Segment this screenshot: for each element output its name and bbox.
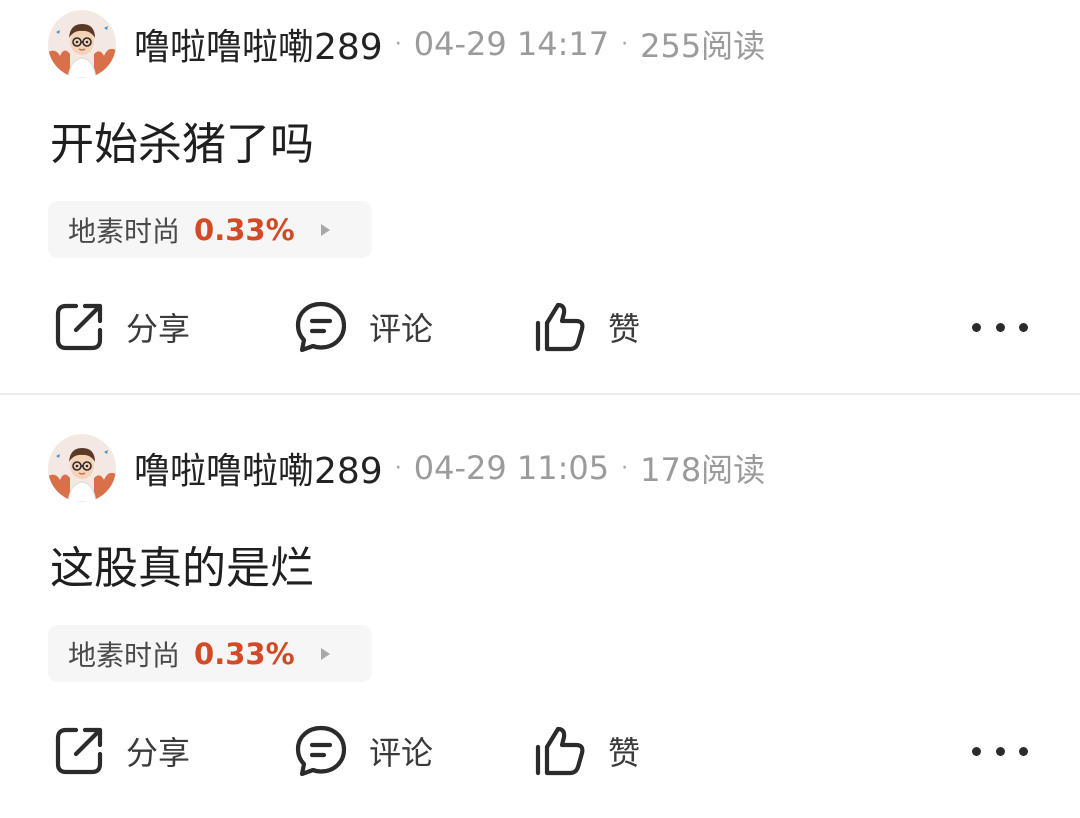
comment-icon (295, 725, 347, 777)
more-button[interactable] (972, 312, 1028, 342)
post-content[interactable]: 这股真的是烂 (50, 532, 314, 596)
more-button[interactable] (972, 736, 1028, 766)
share-button[interactable]: 分享 (52, 298, 190, 356)
divider (0, 393, 1080, 395)
more-dots-icon (972, 322, 981, 332)
comment-label: 评论 (369, 310, 434, 348)
like-label: 赞 (608, 734, 641, 772)
post-datetime: 04-29 11:05 (413, 449, 610, 487)
stock-name: 地素时尚 (68, 214, 181, 248)
meta-separator: · (394, 31, 402, 57)
thumbs-up-icon (535, 302, 585, 352)
stock-change: 0.33% (194, 636, 295, 671)
share-icon (55, 303, 103, 351)
stock-change: 0.33% (194, 212, 295, 247)
post-header: 噜啦噜啦嘞289 · 04-29 14:17 · 255阅读 (48, 10, 765, 78)
stock-tag[interactable]: 地素时尚 0.33% (48, 625, 372, 682)
chevron-right-icon (320, 647, 330, 660)
more-dots-icon (1019, 322, 1028, 332)
username[interactable]: 噜啦噜啦嘞289 (134, 442, 383, 494)
meta-separator: · (621, 31, 629, 57)
post-header: 噜啦噜啦嘞289 · 04-29 11:05 · 178阅读 (48, 434, 765, 502)
share-button[interactable]: 分享 (52, 722, 190, 780)
share-label: 分享 (126, 310, 191, 348)
stock-tag[interactable]: 地素时尚 0.33% (48, 201, 372, 258)
avatar-image (48, 434, 116, 502)
username[interactable]: 噜啦噜啦嘞289 (134, 18, 383, 70)
more-dots-icon (995, 746, 1005, 756)
read-count: 255阅读 (640, 27, 766, 65)
read-count: 178阅读 (640, 451, 766, 489)
meta-separator: · (621, 455, 629, 481)
post-card: 噜啦噜啦嘞289 · 04-29 14:17 · 255阅读 开始杀猪了吗 地素… (0, 0, 1080, 395)
like-button[interactable]: 赞 (532, 722, 640, 780)
share-label: 分享 (126, 734, 191, 772)
comment-button[interactable]: 评论 (293, 298, 433, 356)
comment-button[interactable]: 评论 (293, 722, 433, 780)
thumbs-up-icon (535, 726, 585, 776)
like-label: 赞 (608, 310, 641, 348)
avatar-image (48, 10, 116, 78)
more-dots-icon (1019, 746, 1028, 756)
comment-label: 评论 (369, 734, 434, 772)
more-dots-icon (972, 746, 981, 756)
meta-separator: · (394, 455, 402, 481)
avatar[interactable] (48, 10, 116, 78)
action-bar: 分享 评论 赞 (0, 298, 1080, 356)
action-bar: 分享 评论 赞 (0, 722, 1080, 780)
chevron-right-icon (320, 223, 330, 236)
avatar[interactable] (48, 434, 116, 502)
stock-name: 地素时尚 (68, 638, 181, 672)
share-icon (55, 727, 103, 775)
like-button[interactable]: 赞 (532, 298, 640, 356)
post-datetime: 04-29 14:17 (413, 25, 610, 63)
comment-icon (295, 301, 347, 353)
more-dots-icon (995, 322, 1005, 332)
post-content[interactable]: 开始杀猪了吗 (50, 108, 314, 172)
post-card: 噜啦噜啦嘞289 · 04-29 11:05 · 178阅读 这股真的是烂 地素… (0, 424, 1080, 818)
